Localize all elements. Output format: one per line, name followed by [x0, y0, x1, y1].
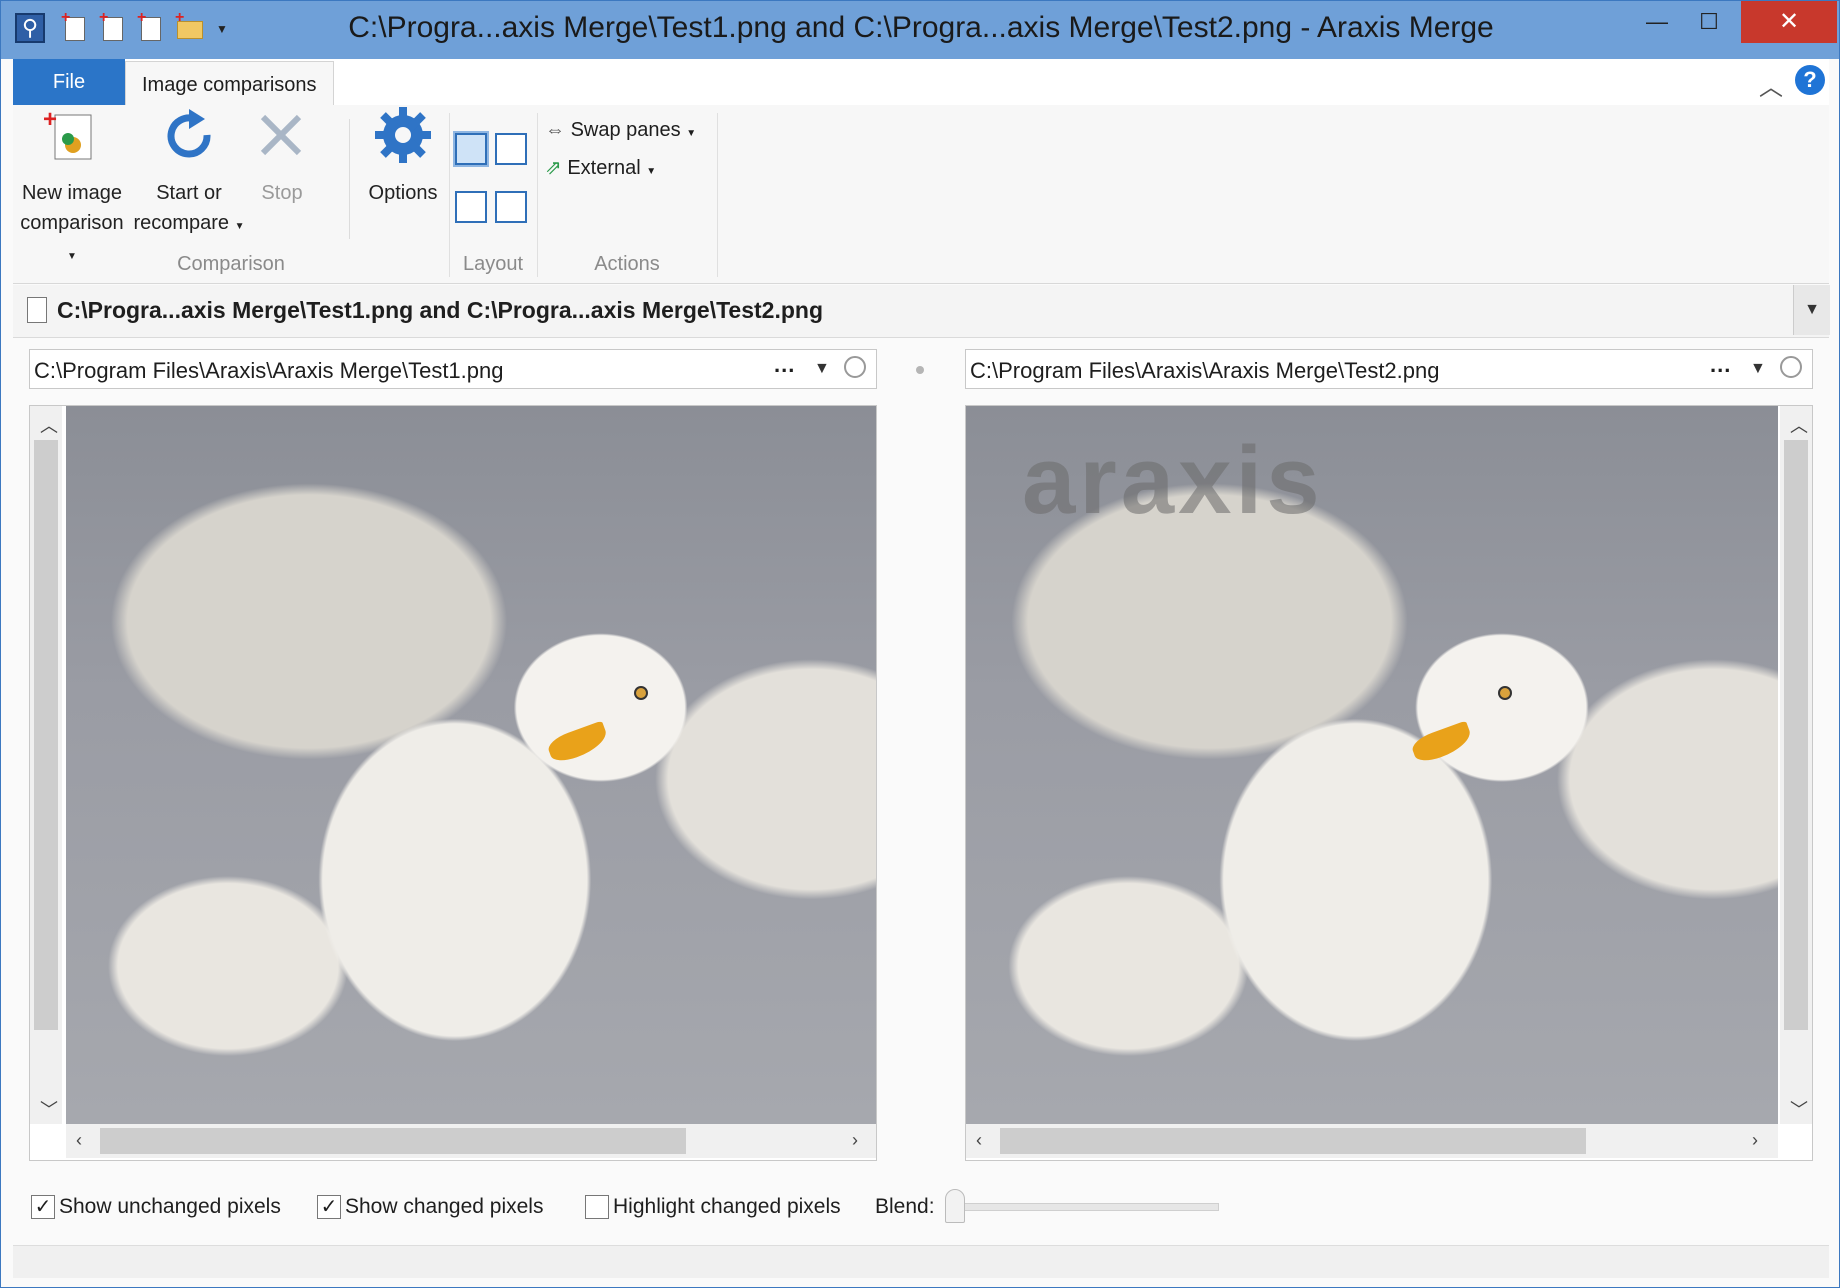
scroll-down-icon[interactable]: ﹀: [40, 1096, 58, 1122]
right-image-pane[interactable]: araxis ︿ ﹀ ‹ ›: [965, 405, 1813, 1161]
dropdown-caret-icon: ▼: [686, 128, 697, 139]
divider: [349, 119, 350, 239]
new-image-label-1: New image: [21, 182, 123, 204]
left-image-pane[interactable]: ︿ ﹀ ‹ ›: [29, 405, 877, 1161]
ribbon: + New image comparison ▼ Start or recomp…: [13, 105, 1829, 284]
show-unchanged-checkbox[interactable]: ✓ Show unchanged pixels: [31, 1193, 281, 1221]
browse-ellipsis-icon[interactable]: ...: [1710, 352, 1731, 378]
checkbox-checked-icon[interactable]: ✓: [31, 1195, 55, 1219]
comparison-group-label: Comparison: [177, 253, 285, 275]
layout-two-pane-icon[interactable]: [453, 131, 489, 167]
title-bar: ⚲ + + + + ▼ C:\Progra...axis Merge\Test1…: [1, 1, 1839, 59]
window-title: C:\Progra...axis Merge\Test1.png and C:\…: [348, 11, 1494, 44]
collapse-ribbon-icon[interactable]: ︿: [1759, 67, 1783, 102]
external-button[interactable]: ⇗ External ▼: [545, 153, 656, 187]
path-dropdown-icon[interactable]: ▼: [1750, 360, 1766, 378]
stop-label: Stop: [261, 182, 303, 204]
right-path-field[interactable]: C:\Program Files\Araxis\Araxis Merge\Tes…: [965, 349, 1813, 389]
scroll-down-icon[interactable]: ﹀: [1790, 1096, 1808, 1122]
scroll-up-icon[interactable]: ︿: [1790, 412, 1808, 438]
araxis-watermark: araxis: [1022, 427, 1324, 534]
image-document-icon: [27, 297, 47, 323]
actions-group-label: Actions: [594, 253, 660, 275]
highlight-changed-label: Highlight changed pixels: [613, 1195, 841, 1218]
layout-group-label: Layout: [462, 253, 524, 275]
start-label-1: Start or: [156, 182, 222, 204]
blend-label: Blend:: [875, 1195, 935, 1218]
scroll-up-icon[interactable]: ︿: [40, 412, 58, 438]
new-image-label-2: comparison: [20, 212, 124, 234]
history-icon[interactable]: [844, 356, 866, 378]
svg-text:+: +: [43, 106, 57, 133]
left-path-field[interactable]: C:\Program Files\Araxis\Araxis Merge\Tes…: [29, 349, 877, 389]
checkbox-unchecked-icon[interactable]: [585, 1195, 609, 1219]
swap-panes-button[interactable]: ⇔ Swap panes ▼: [545, 115, 696, 149]
show-changed-label: Show changed pixels: [345, 1195, 544, 1218]
pane-link-dot: [916, 366, 924, 374]
highlight-changed-checkbox[interactable]: Highlight changed pixels: [585, 1193, 841, 1221]
gull-eye: [634, 686, 648, 700]
layout-horizontal-three-icon[interactable]: [495, 191, 527, 223]
blend-slider-thumb[interactable]: [945, 1189, 965, 1223]
right-horizontal-scrollbar[interactable]: ‹ ›: [966, 1124, 1778, 1158]
ribbon-tabs: File Image comparisons ︿ ?: [13, 59, 1829, 106]
left-path-text: C:\Program Files\Araxis\Araxis Merge\Tes…: [34, 358, 504, 383]
path-dropdown-icon[interactable]: ▼: [814, 360, 830, 378]
layout-horizontal-two-icon[interactable]: [455, 191, 487, 223]
external-open-icon: ⇗: [545, 157, 562, 179]
divider: [717, 113, 718, 277]
layout-three-pane-icon[interactable]: [495, 133, 527, 165]
start-label-2: recompare: [133, 212, 230, 234]
stop-x-icon: [260, 114, 302, 156]
scroll-thumb[interactable]: [100, 1128, 686, 1154]
document-header: C:\Progra...axis Merge\Test1.png and C:\…: [13, 285, 1830, 338]
help-icon[interactable]: ?: [1795, 65, 1825, 95]
checkbox-checked-icon[interactable]: ✓: [317, 1195, 341, 1219]
external-label: External: [567, 157, 641, 179]
history-icon[interactable]: [1780, 356, 1802, 378]
scroll-thumb[interactable]: [1000, 1128, 1586, 1154]
stop-button[interactable]: Stop: [247, 105, 317, 208]
scroll-left-icon[interactable]: ‹: [76, 1130, 82, 1151]
new-image-comparison-button[interactable]: + New image comparison ▼: [13, 105, 131, 272]
dropdown-caret-icon: ▼: [646, 166, 657, 177]
scroll-right-icon[interactable]: ›: [1752, 1130, 1758, 1151]
browse-ellipsis-icon[interactable]: ...: [774, 352, 795, 378]
status-bar: [13, 1245, 1829, 1278]
dropdown-caret-icon: ▼: [234, 221, 245, 232]
scroll-right-icon[interactable]: ›: [852, 1130, 858, 1151]
document-title: C:\Progra...axis Merge\Test1.png and C:\…: [57, 297, 823, 323]
left-horizontal-scrollbar[interactable]: ‹ ›: [66, 1124, 876, 1158]
scroll-thumb[interactable]: [1784, 440, 1808, 1030]
tab-file[interactable]: File: [13, 59, 125, 105]
show-unchanged-label: Show unchanged pixels: [59, 1195, 281, 1218]
gear-icon: [375, 107, 431, 163]
gull-beak: [1409, 720, 1475, 766]
tab-image-comparisons[interactable]: Image comparisons: [125, 61, 334, 106]
right-image-gull: araxis: [966, 406, 1778, 1124]
right-vertical-scrollbar[interactable]: ︿ ﹀: [1780, 406, 1812, 1124]
new-image-comparison-icon: +: [43, 106, 92, 160]
show-changed-checkbox[interactable]: ✓ Show changed pixels: [317, 1193, 543, 1221]
left-image-gull: [66, 406, 876, 1124]
options-button[interactable]: Options: [353, 105, 453, 208]
blend-slider-track[interactable]: [961, 1203, 1219, 1211]
scroll-thumb[interactable]: [34, 440, 58, 1030]
gull-beak: [545, 720, 611, 766]
maximize-button[interactable]: ☐: [1681, 1, 1737, 43]
swap-arrows-icon: ⇔: [545, 119, 565, 141]
scroll-left-icon[interactable]: ‹: [976, 1130, 982, 1151]
start-recompare-button[interactable]: Start or recompare ▼: [133, 105, 245, 242]
gull-eye: [1498, 686, 1512, 700]
right-path-text: C:\Program Files\Araxis\Araxis Merge\Tes…: [970, 358, 1440, 383]
refresh-icon: [167, 109, 211, 158]
document-list-dropdown-icon[interactable]: ▼: [1793, 285, 1830, 335]
left-vertical-scrollbar[interactable]: ︿ ﹀: [30, 406, 62, 1124]
app-window: ⚲ + + + + ▼ C:\Progra...axis Merge\Test1…: [0, 0, 1840, 1288]
swap-panes-label: Swap panes: [570, 119, 681, 141]
close-button[interactable]: ✕: [1741, 1, 1837, 43]
minimize-button[interactable]: —: [1629, 1, 1685, 43]
options-label: Options: [368, 182, 438, 204]
